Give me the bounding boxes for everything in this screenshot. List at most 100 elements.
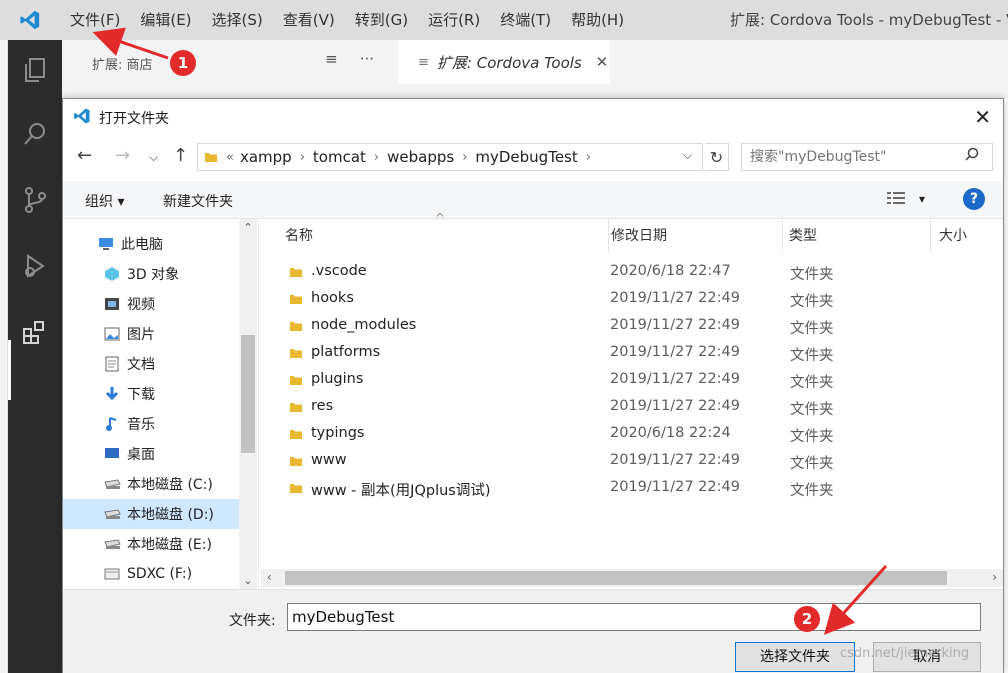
view-options-icon[interactable] — [887, 191, 905, 209]
nav-item-label: 图片 — [127, 327, 155, 343]
back-icon[interactable]: ← — [77, 145, 92, 166]
nav-item-label: 文档 — [127, 357, 155, 373]
menu-item[interactable]: 帮助(H) — [561, 0, 634, 40]
file-name: www — [311, 452, 347, 468]
recent-locations-icon[interactable]: ⌵ — [149, 150, 158, 165]
search-icon[interactable] — [8, 112, 62, 156]
folder-name-input[interactable] — [287, 603, 981, 631]
search-icon[interactable] — [965, 147, 979, 165]
folder-icon — [289, 265, 303, 283]
nav-item[interactable]: 下载 — [63, 379, 239, 409]
nav-item[interactable]: 图片 — [63, 319, 239, 349]
menu-item[interactable]: 文件(F) — [60, 0, 130, 40]
breadcrumb-item[interactable]: tomcat — [313, 148, 366, 166]
source-control-icon[interactable] — [8, 178, 62, 222]
tab-close-icon[interactable]: ✕ — [596, 53, 609, 71]
view-dropdown-icon[interactable]: ▾ — [919, 192, 925, 206]
new-folder-button[interactable]: 新建文件夹 — [163, 191, 233, 211]
up-icon[interactable]: ↑ — [173, 145, 188, 166]
folder-label: 文件夹: — [229, 613, 276, 629]
nav-item[interactable]: 本地磁盘 (E:) — [63, 529, 239, 559]
breadcrumb-item[interactable]: webapps — [387, 148, 454, 166]
menu-item[interactable]: 转到(G) — [345, 0, 418, 40]
file-row[interactable]: hooks 2019/11/27 22:49 文件夹 — [261, 286, 981, 313]
column-date-header[interactable]: 修改日期 — [609, 219, 783, 253]
tab-cordova-tools[interactable]: ≡ 扩展: Cordova Tools ✕ — [398, 40, 610, 84]
command-bar: 组织 ▾ 新建文件夹 ▾ ? — [63, 181, 1003, 219]
more-actions-icon[interactable]: ··· — [360, 50, 374, 68]
menu-item[interactable]: 编辑(E) — [130, 0, 201, 40]
file-name: hooks — [311, 290, 354, 306]
column-size-header[interactable]: 大小 — [931, 219, 1003, 253]
nav-item[interactable]: 本地磁盘 (D:) — [63, 499, 239, 529]
run-debug-icon[interactable] — [8, 244, 62, 288]
file-row[interactable]: plugins 2019/11/27 22:49 文件夹 — [261, 367, 981, 394]
chevron-right-icon: › — [299, 149, 305, 165]
file-type: 文件夹 — [790, 267, 834, 283]
file-row[interactable]: platforms 2019/11/27 22:49 文件夹 — [261, 340, 981, 367]
scroll-left-icon[interactable]: ‹ — [267, 570, 272, 584]
nav-item[interactable]: 3D 对象 — [63, 259, 239, 289]
nav-item[interactable]: SDXC (F:) — [63, 559, 239, 589]
address-bar[interactable]: « xampp › tomcat › webapps › myDebugTest… — [197, 143, 703, 171]
open-folder-dialog: 打开文件夹 ✕ ← → ⌵ ↑ « xampp › tomcat › webap… — [62, 98, 1004, 673]
file-date: 2019/11/27 22:49 — [610, 317, 740, 333]
file-row[interactable]: typings 2020/6/18 22:24 文件夹 — [261, 421, 981, 448]
column-name-header[interactable]: 名称 — [261, 219, 609, 253]
search-input[interactable] — [741, 143, 993, 171]
file-name: node_modules — [311, 317, 417, 333]
file-name: www - 副本(用JQplus调试) — [311, 483, 491, 499]
menu-item[interactable]: 运行(R) — [418, 0, 490, 40]
horizontal-scrollbar[interactable]: ‹ › — [261, 569, 1003, 587]
folder-icon — [289, 292, 303, 310]
refresh-icon[interactable]: ↻ — [705, 143, 729, 171]
help-icon[interactable]: ? — [963, 188, 985, 210]
file-date: 2020/6/18 22:47 — [610, 263, 731, 279]
explorer-icon[interactable] — [8, 48, 62, 92]
column-type-header[interactable]: 类型 — [783, 219, 931, 253]
nav-item-label: 音乐 — [127, 417, 155, 433]
breadcrumb-item[interactable]: xampp — [240, 148, 292, 166]
folder-icon — [289, 400, 303, 418]
file-type: 文件夹 — [790, 483, 834, 499]
chevron-right-icon: › — [462, 149, 468, 165]
background-left-strip — [0, 40, 8, 673]
file-row[interactable]: res 2019/11/27 22:49 文件夹 — [261, 394, 981, 421]
extensions-icon[interactable] — [8, 310, 62, 354]
watermark: csdn.net/jiemerking — [840, 646, 970, 661]
scroll-down-icon[interactable]: ⌄ — [239, 574, 257, 587]
close-icon[interactable]: ✕ — [974, 105, 991, 129]
menu-item[interactable]: 终端(T) — [490, 0, 561, 40]
nav-item[interactable]: 桌面 — [63, 439, 239, 469]
file-type: 文件夹 — [790, 456, 834, 472]
scroll-right-icon[interactable]: › — [992, 570, 997, 584]
video-icon — [103, 295, 121, 313]
nav-item-label: SDXC (F:) — [127, 566, 193, 582]
address-dropdown-icon[interactable]: ⌵ — [683, 148, 692, 163]
clear-results-icon[interactable]: ≡ — [325, 50, 338, 68]
scroll-thumb[interactable] — [285, 571, 947, 585]
file-row[interactable]: www 2019/11/27 22:49 文件夹 — [261, 448, 981, 475]
drive-icon — [103, 505, 121, 523]
file-row[interactable]: node_modules 2019/11/27 22:49 文件夹 — [261, 313, 981, 340]
nav-item[interactable]: 视频 — [63, 289, 239, 319]
nav-item[interactable]: 音乐 — [63, 409, 239, 439]
select-folder-button[interactable]: 选择文件夹 — [735, 642, 855, 672]
nav-item[interactable]: 此电脑 — [63, 229, 239, 259]
file-type: 文件夹 — [790, 429, 834, 445]
title-bar: 文件(F) 编辑(E) 选择(S) 查看(V) 转到(G) 运行(R) 终端(T) 帮助(H)… — [0, 0, 1008, 40]
menu-item[interactable]: 选择(S) — [202, 0, 273, 40]
menu-item[interactable]: 查看(V) — [273, 0, 345, 40]
nav-scrollbar[interactable]: ⌃ ⌄ — [239, 219, 257, 589]
forward-icon[interactable]: → — [115, 145, 130, 166]
breadcrumb-item[interactable]: myDebugTest — [475, 148, 577, 166]
tab-label: 扩展: Cordova Tools — [436, 53, 582, 72]
nav-item[interactable]: 文档 — [63, 349, 239, 379]
scroll-up-icon[interactable]: ⌃ — [239, 221, 257, 234]
scroll-thumb[interactable] — [241, 335, 255, 453]
chevron-right-icon: › — [585, 149, 591, 165]
file-row[interactable]: www - 副本(用JQplus调试) 2019/11/27 22:49 文件夹 — [261, 475, 981, 502]
file-row[interactable]: .vscode 2020/6/18 22:47 文件夹 — [261, 259, 981, 286]
nav-item[interactable]: 本地磁盘 (C:) — [63, 469, 239, 499]
organize-button[interactable]: 组织 ▾ — [85, 191, 124, 211]
